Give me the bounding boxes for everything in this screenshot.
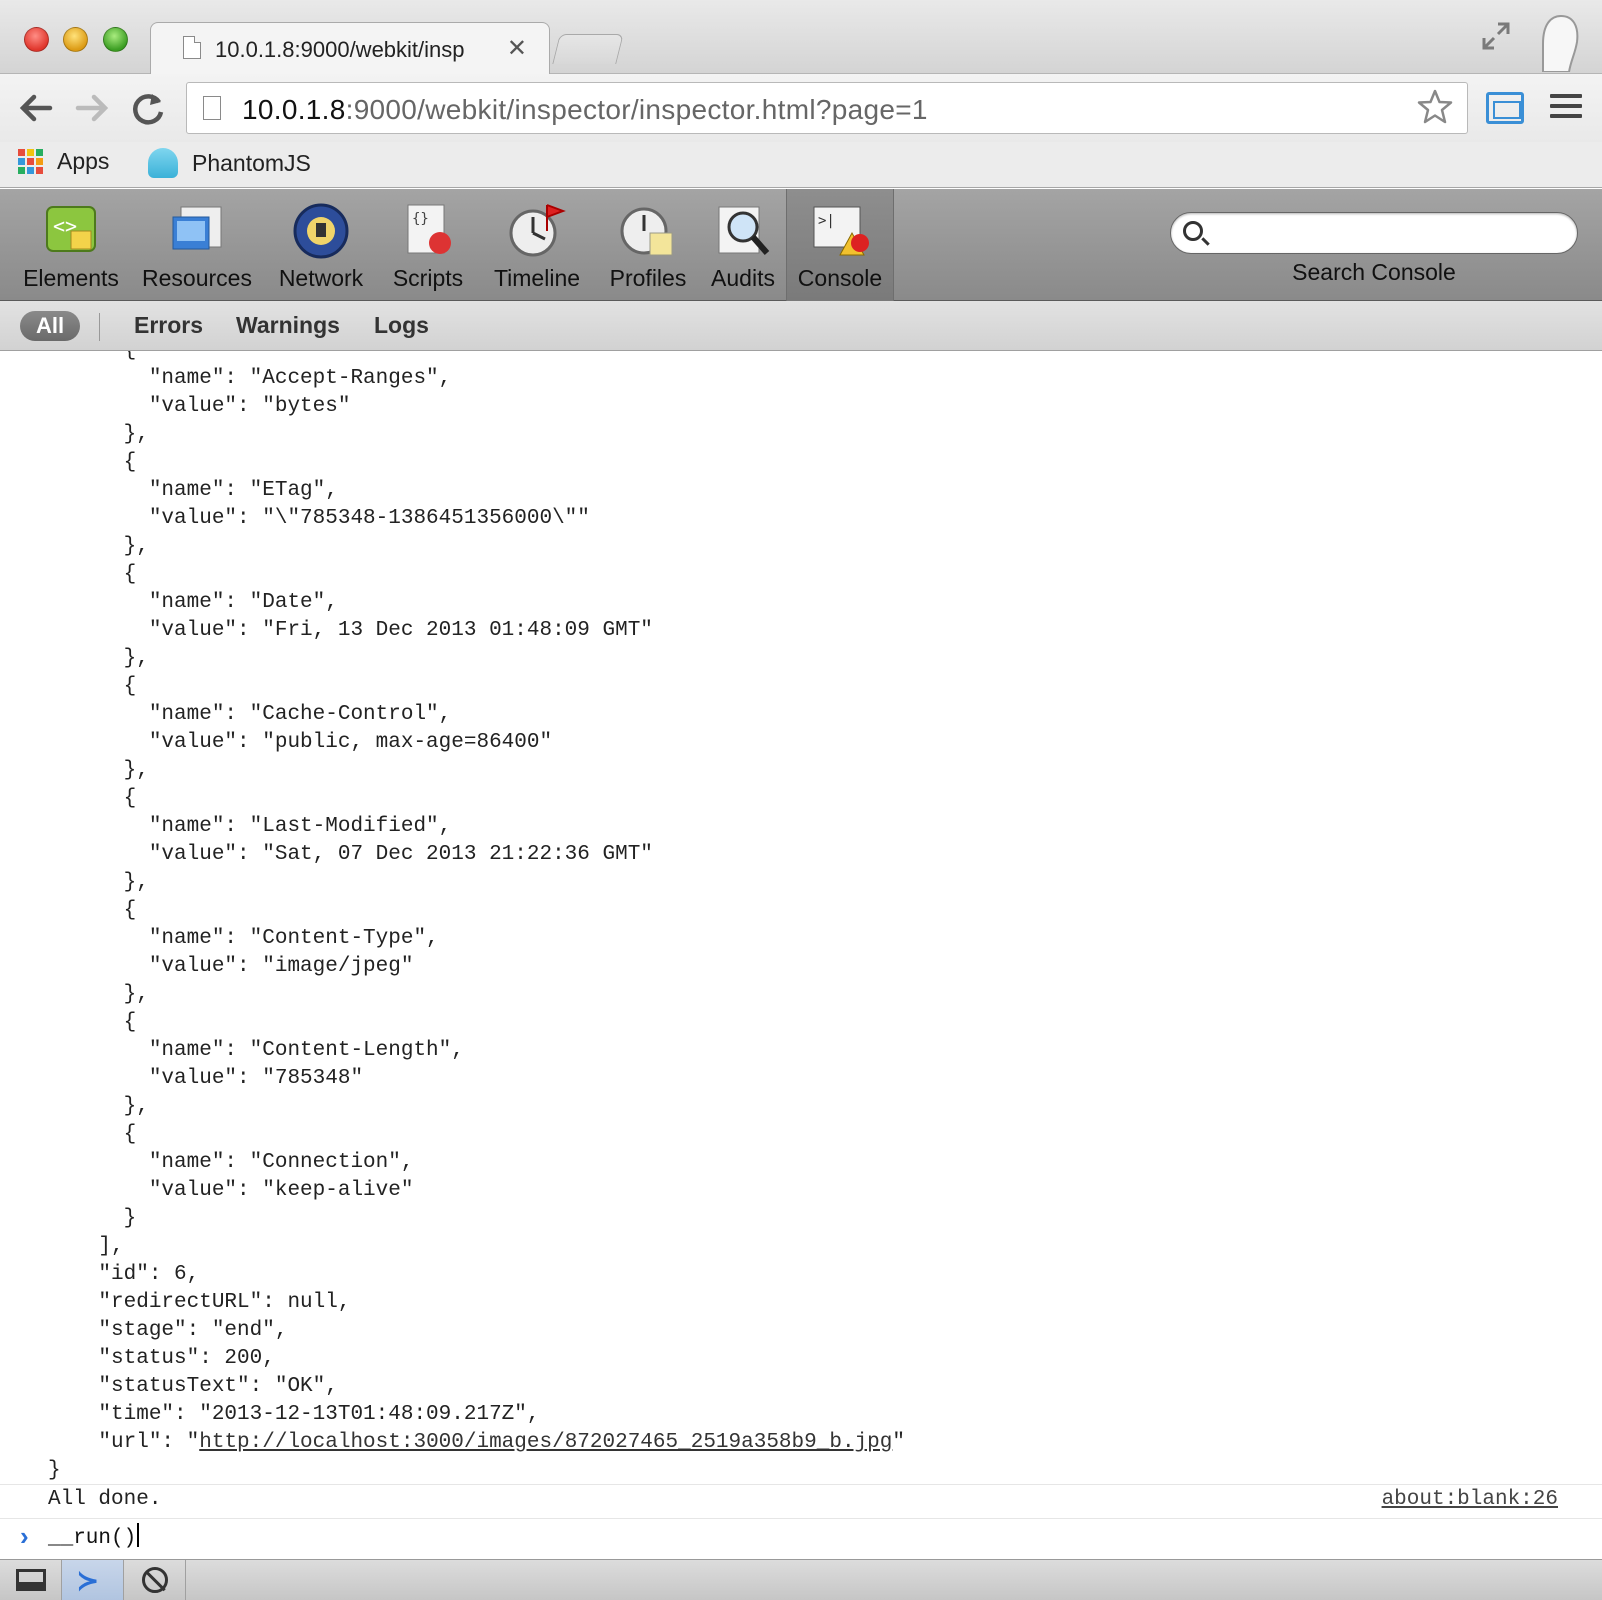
browser-tab-active[interactable]: 10.0.1.8:9000/webkit/insp ✕ [150,22,550,75]
svg-text:{}: {} [412,211,429,227]
page-icon [203,96,221,120]
forward-button[interactable] [72,88,112,128]
console-filter-bar: All Errors Warnings Logs [0,301,1602,351]
panel-network[interactable]: Network [268,189,374,301]
audits-icon [718,206,770,255]
panel-audits-label: Audits [711,265,775,291]
back-button[interactable] [16,88,56,128]
scripts-icon: {} [407,204,451,254]
reload-button[interactable] [128,88,168,128]
zoom-window-button[interactable] [103,27,128,52]
filter-logs-button[interactable]: Logs [374,312,429,339]
window-titlebar: 10.0.1.8:9000/webkit/insp ✕ [0,0,1602,75]
console-drawer-icon: ≻ [76,1564,100,1597]
phantomjs-ghost-icon [148,148,178,178]
text-cursor [137,1523,140,1547]
prompt-chevron-icon: › [20,1521,29,1551]
console-drawer-button[interactable]: ≻ [62,1560,124,1600]
browser-toolbar: 10.0.1.8:9000/webkit/inspector/inspector… [0,74,1602,142]
dock-to-window-icon [16,1569,46,1591]
search-icon [1183,221,1203,241]
panel-profiles-label: Profiles [609,265,687,291]
panel-timeline-label: Timeline [493,265,581,291]
clear-console-button[interactable] [124,1560,186,1600]
address-bar[interactable]: 10.0.1.8:9000/webkit/inspector/inspector… [186,82,1468,134]
console-message-text: All done. [48,1488,162,1511]
console-prompt[interactable]: › __run() [0,1518,1602,1554]
timeline-icon [509,204,566,257]
bookmark-star-icon[interactable] [1415,87,1455,127]
profiles-icon [620,207,673,256]
address-url[interactable]: 10.0.1.8:9000/webkit/inspector/inspector… [242,94,928,126]
panel-elements-label: Elements [23,265,119,291]
filter-divider [99,313,100,341]
window-cast-icon[interactable] [1486,92,1524,124]
tab-close-icon[interactable]: ✕ [507,34,527,63]
svg-text:>|: >| [818,213,835,229]
reload-icon [133,94,164,125]
page-favicon-icon [183,36,201,59]
console-log-object: { "name": "Accept-Ranges", "value": "byt… [0,351,1602,1485]
console-prompt-input[interactable]: __run() [48,1523,140,1550]
bookmark-apps-label: Apps [57,148,110,174]
filter-errors-button[interactable]: Errors [134,312,203,339]
console-output[interactable]: { "name": "Accept-Ranges", "value": "byt… [0,351,1602,1559]
prompt-input-text: __run() [48,1527,137,1550]
console-search-input[interactable] [1215,219,1565,247]
clear-console-icon [142,1567,168,1593]
close-window-button[interactable] [24,27,49,52]
console-message-source-link[interactable]: about:blank:26 [1382,1488,1558,1511]
log-text-before-url: { "name": "Accept-Ranges", "value": "byt… [98,351,653,1454]
panel-elements[interactable]: <> Elements [16,189,126,301]
new-tab-button[interactable] [552,34,624,64]
elements-icon: <> [46,206,96,252]
bookmarks-bar: Apps PhantomJS [0,142,1602,188]
forward-arrow-icon [75,94,109,122]
panel-timeline[interactable]: Timeline [482,189,592,301]
url-host: 10.0.1.8 [242,94,346,125]
filter-all-button[interactable]: All [20,311,80,341]
url-path: :9000/webkit/inspector/inspector.html?pa… [345,94,928,125]
console-message-row: All done. about:blank:26 [0,1484,1602,1518]
dock-button[interactable] [0,1560,62,1600]
panel-network-label: Network [278,265,364,291]
network-icon [293,203,349,259]
bookmark-phantomjs[interactable]: PhantomJS [148,148,311,178]
menu-icon[interactable] [1550,94,1582,120]
console-search-box[interactable] [1170,212,1578,254]
tab-title: 10.0.1.8:9000/webkit/insp [215,37,465,62]
bookmark-phantomjs-label: PhantomJS [192,149,311,176]
panel-scripts-label: Scripts [392,265,464,291]
profile-avatar-icon[interactable] [1535,14,1581,72]
panel-profiles[interactable]: Profiles [598,189,698,301]
apps-grid-icon [18,149,43,174]
inspector-status-bar: ≻ [0,1559,1602,1600]
back-arrow-icon [19,94,53,122]
fullscreen-icon[interactable] [1480,20,1512,52]
bookmark-apps[interactable]: Apps [18,148,109,175]
minimize-window-button[interactable] [63,27,88,52]
resources-icon [172,206,222,250]
panel-resources-label: Resources [142,265,252,291]
log-url-link[interactable]: http://localhost:3000/images/872027465_2… [199,1431,892,1454]
panel-console-label: Console [797,265,883,291]
search-console-label: Search Console [1292,259,1456,285]
panel-scripts[interactable]: {} Scripts [382,189,474,301]
console-icon: >| [813,206,869,256]
inspector-toolbar: <> Elements Resources Network {} Scripts [0,189,1602,301]
panel-console[interactable]: >| Console [786,189,894,301]
filter-warnings-button[interactable]: Warnings [236,312,340,339]
panel-audits[interactable]: Audits [700,189,786,301]
panel-resources[interactable]: Resources [138,189,256,301]
